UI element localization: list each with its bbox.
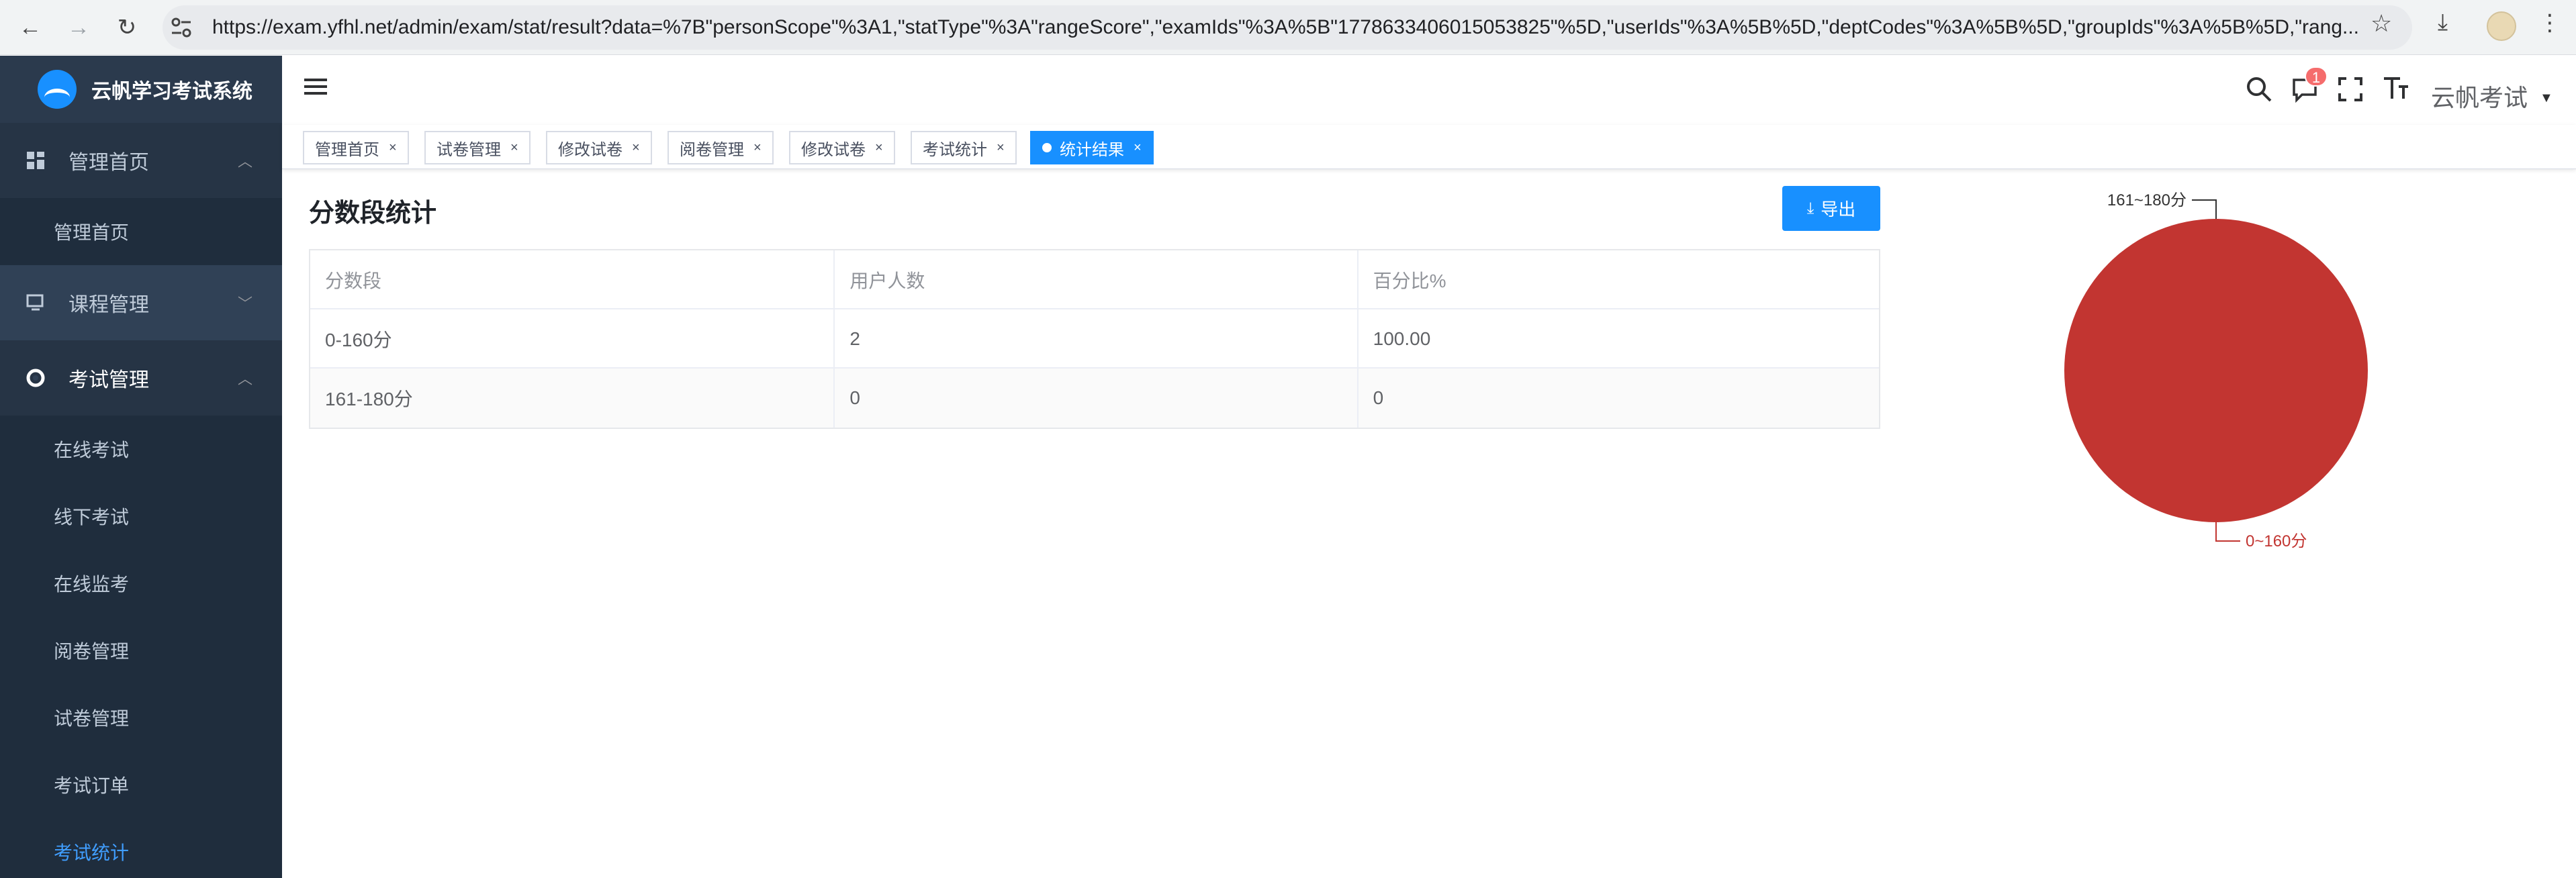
download-icon[interactable]: ⤓ (2438, 9, 2448, 36)
score-range-pie-chart: 0~160分 161~180分 (2064, 191, 2368, 550)
download-icon: ⤓ (1806, 199, 1814, 217)
monitor-icon (26, 293, 46, 313)
profile-avatar[interactable] (2487, 11, 2516, 41)
submenu-dashboard: 管理首页 (0, 198, 282, 265)
pie-label-line (2192, 199, 2217, 219)
search-icon[interactable] (2246, 76, 2272, 103)
pie-slice[interactable] (2064, 219, 2368, 522)
tab-label: 修改试卷 (558, 140, 623, 159)
tab-grading[interactable]: 阅卷管理 × (668, 131, 774, 164)
menu-group-dashboard[interactable]: 管理首页 ︿ (0, 123, 282, 198)
sidebar-item-online-monitor[interactable]: 在线监考 (0, 550, 282, 617)
sidebar: 云帆学习考试系统 管理首页 ︿ 管理首页 课程管理 ﹀ 考试管理 ︿ 在线考试 … (0, 56, 282, 878)
font-size-icon[interactable] (2383, 75, 2409, 101)
tab-label: 考试统计 (923, 140, 987, 159)
tab-label: 修改试卷 (801, 140, 866, 159)
tab-exam-statistics[interactable]: 考试统计 × (911, 131, 1017, 164)
bookmark-star-icon[interactable]: ☆ (2371, 9, 2392, 38)
close-icon[interactable]: × (875, 140, 883, 156)
menu-group-course[interactable]: 课程管理 ﹀ (0, 265, 282, 340)
export-button[interactable]: ⤓ 导出 (1782, 186, 1880, 231)
tab-label: 管理首页 (315, 140, 379, 159)
site-settings-icon[interactable] (169, 16, 193, 39)
table-cell: 0 (835, 369, 1359, 428)
sidebar-toggle-icon[interactable] (304, 79, 327, 99)
sidebar-item-paper-management[interactable]: 试卷管理 (0, 684, 282, 751)
caret-down-icon[interactable]: ▼ (2540, 91, 2553, 106)
export-label: 导出 (1821, 199, 1856, 220)
chevron-up-icon: ︿ (237, 153, 252, 170)
submenu-exam: 在线考试 线下考试 在线监考 阅卷管理 试卷管理 考试订单 考试统计 (0, 416, 282, 878)
table-cell: 0 (1373, 387, 1384, 408)
table-cell: 0-160分 (310, 309, 835, 369)
table-row: 161-180分 0 0 (310, 369, 1879, 428)
tab-label: 统计结果 (1060, 140, 1124, 159)
back-arrow-icon[interactable]: ← (13, 11, 47, 44)
column-header-percent[interactable]: 百分比% (1359, 250, 1879, 309)
close-icon[interactable]: × (510, 140, 518, 156)
user-name[interactable]: 云帆考试 (2431, 79, 2528, 113)
tab-dashboard[interactable]: 管理首页 × (303, 131, 409, 164)
table-header-row: 分数段 用户人数 百分比% (310, 250, 1879, 309)
fullscreen-icon[interactable] (2337, 76, 2364, 103)
close-icon[interactable]: × (389, 140, 397, 156)
page-title: 分数段统计 (309, 199, 437, 228)
tags-view: 管理首页 × 试卷管理 × 修改试卷 × 阅卷管理 × 修改试卷 × 考试统计 × 统计结果… (282, 125, 2576, 169)
tab-label: 阅卷管理 (680, 140, 744, 159)
sidebar-item-exam-statistics[interactable]: 考试统计 (0, 818, 282, 878)
sidebar-item-exam-orders[interactable]: 考试订单 (0, 751, 282, 818)
pie-label: 161~180分 (2107, 191, 2187, 209)
column-header-range[interactable]: 分数段 (310, 250, 835, 309)
close-icon[interactable]: × (997, 140, 1005, 156)
close-icon[interactable]: × (753, 140, 762, 156)
active-dot-icon (1042, 143, 1052, 152)
score-range-table: 分数段 用户人数 百分比% 0-160分 2 100.00 161-180分 0… (309, 249, 1880, 429)
pie-label-line (2215, 522, 2240, 542)
menu-group-label: 管理首页 (68, 152, 149, 174)
url-text: https://exam.yfhl.net/admin/exam/stat/re… (212, 16, 2360, 38)
column-header-users[interactable]: 用户人数 (835, 250, 1359, 309)
tab-label: 试卷管理 (436, 140, 501, 159)
browser-toolbar: ← → ↻ https://exam.yfhl.net/admin/exam/s… (0, 0, 2576, 55)
close-icon[interactable]: × (1134, 140, 1142, 156)
dashboard-icon (26, 150, 46, 170)
menu-group-label: 考试管理 (68, 369, 149, 391)
reload-icon[interactable]: ↻ (110, 11, 144, 44)
table-cell: 100.00 (1373, 328, 1431, 349)
top-header: 1 云帆考试 ▼ (282, 56, 2576, 124)
forward-arrow-icon[interactable]: → (62, 11, 95, 44)
menu-group-label: 课程管理 (68, 294, 149, 316)
notification-badge: 1 (2305, 66, 2328, 87)
tab-edit-paper-2[interactable]: 修改试卷 × (789, 131, 895, 164)
pie-label: 0~160分 (2246, 532, 2307, 550)
lifebuoy-icon (26, 368, 46, 388)
tab-paper-management[interactable]: 试卷管理 × (424, 131, 531, 164)
table-cell: 2 (835, 309, 1359, 369)
close-icon[interactable]: × (632, 140, 640, 156)
brand[interactable]: 云帆学习考试系统 (0, 56, 282, 123)
logo-icon (38, 70, 77, 109)
chevron-down-icon: ﹀ (237, 295, 252, 312)
sidebar-item-grading[interactable]: 阅卷管理 (0, 617, 282, 684)
table-cell: 161-180分 (310, 369, 835, 428)
menu-group-exam[interactable]: 考试管理 ︿ (0, 340, 282, 416)
chevron-up-icon: ︿ (237, 371, 252, 387)
sidebar-item-dashboard-home[interactable]: 管理首页 (0, 198, 282, 265)
sidebar-item-online-exam[interactable]: 在线考试 (0, 416, 282, 483)
table-row: 0-160分 2 100.00 (310, 309, 1879, 369)
address-bar[interactable]: https://exam.yfhl.net/admin/exam/stat/re… (163, 5, 2412, 50)
tab-edit-paper[interactable]: 修改试卷 × (546, 131, 652, 164)
tab-statistics-result[interactable]: 统计结果 × (1030, 131, 1154, 164)
sidebar-item-offline-exam[interactable]: 线下考试 (0, 483, 282, 550)
brand-title: 云帆学习考试系统 (91, 81, 252, 103)
more-menu-icon[interactable]: ⋮ (2538, 9, 2561, 36)
